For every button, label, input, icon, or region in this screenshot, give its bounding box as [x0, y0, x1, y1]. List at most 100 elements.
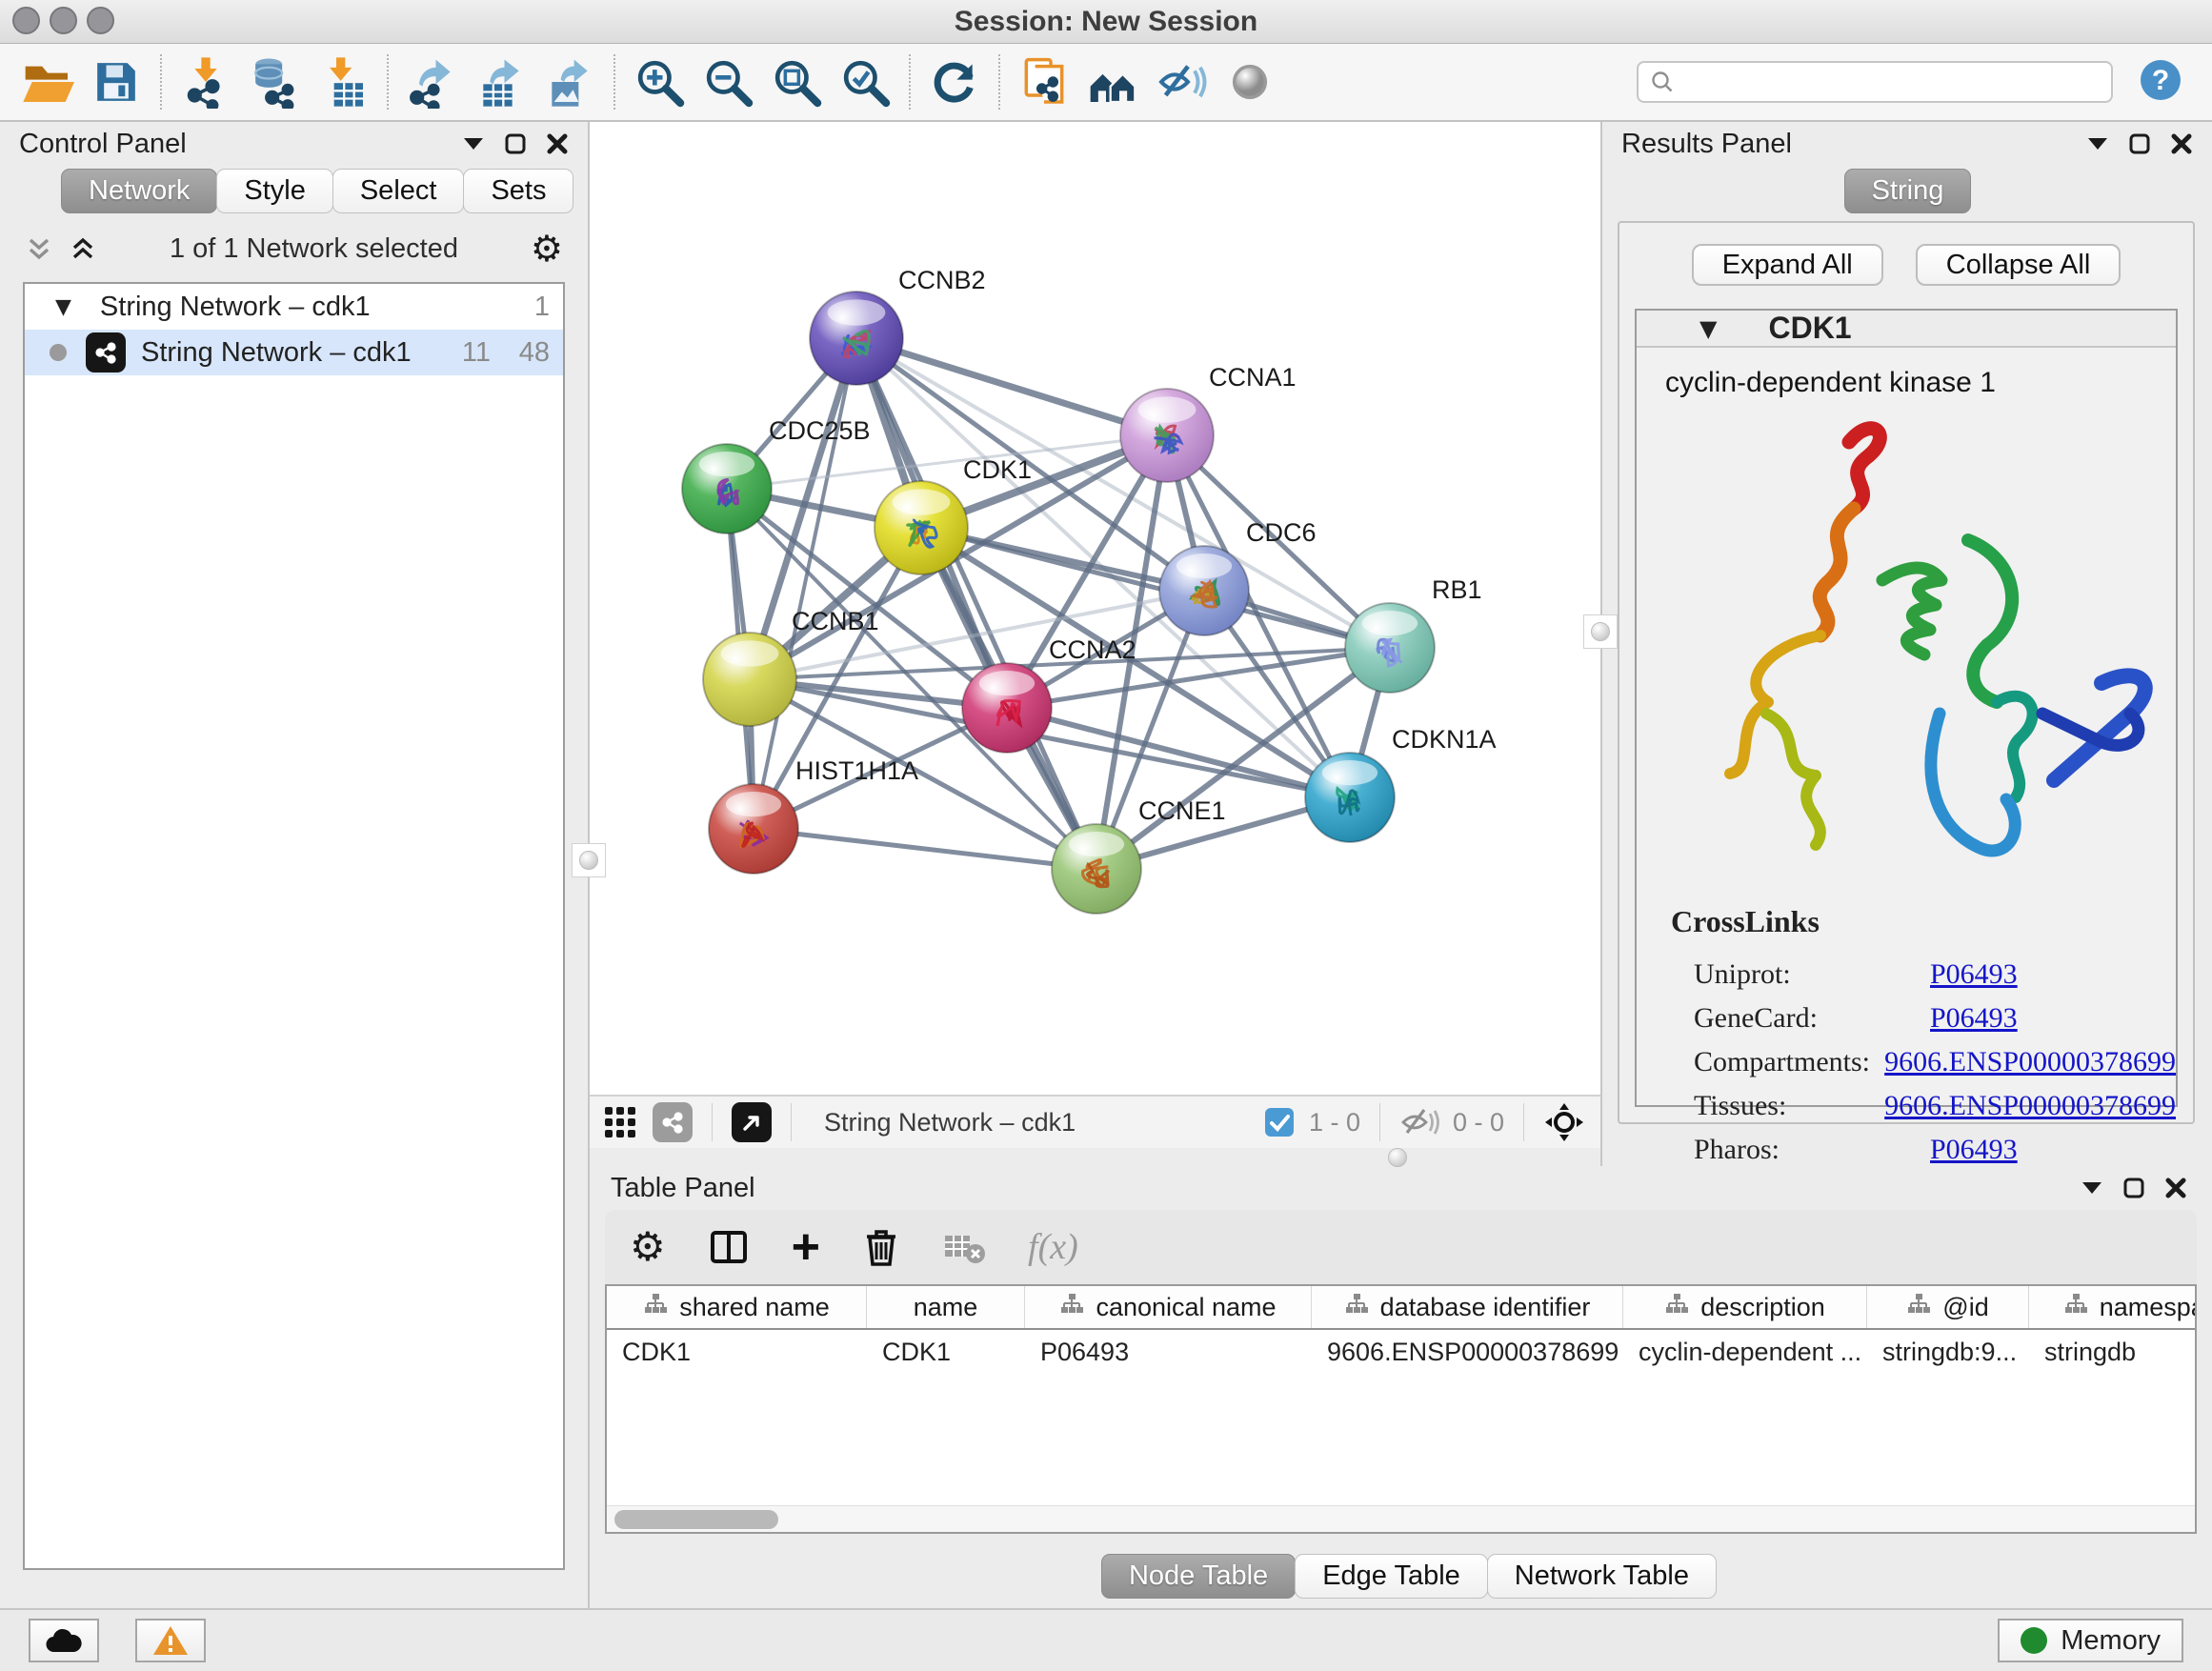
collection-expand-icon[interactable]: ▼	[55, 295, 71, 319]
network-collection-row[interactable]: ▼ String Network – cdk1 1	[25, 284, 563, 330]
expand-all-icon[interactable]	[69, 234, 97, 263]
column-header-database-identifier[interactable]: database identifier	[1312, 1286, 1623, 1328]
scrollbar-thumb[interactable]	[614, 1510, 778, 1529]
import-network-from-file-icon[interactable]	[171, 50, 240, 114]
float-panel-icon[interactable]	[504, 132, 527, 155]
column-header-shared-name[interactable]: shared name	[607, 1286, 867, 1328]
hidden-eye-icon[interactable]	[1399, 1106, 1439, 1138]
crosslink-value-link[interactable]: P06493	[1930, 1002, 2018, 1035]
delete-column-icon[interactable]	[862, 1226, 900, 1268]
collapse-all-icon[interactable]	[25, 234, 53, 263]
minimize-window-button[interactable]	[50, 7, 77, 34]
table-cell[interactable]: cyclin-dependent ...	[1623, 1330, 1867, 1374]
help-icon[interactable]: ?	[2138, 57, 2183, 108]
gene-section-header[interactable]: ▼ CDK1	[1637, 311, 2176, 348]
export-network-icon[interactable]	[398, 50, 467, 114]
tab-style[interactable]: Style	[216, 169, 332, 213]
open-session-icon[interactable]	[13, 50, 82, 114]
gene-collapse-icon[interactable]: ▼	[1699, 315, 1717, 342]
crosslink-value-link[interactable]: 9606.ENSP00000378699	[1884, 1090, 2176, 1122]
network-view-string-icon[interactable]	[653, 1102, 693, 1142]
table-cell[interactable]: CDK1	[607, 1330, 867, 1374]
close-window-button[interactable]	[12, 7, 40, 34]
collapse-all-button[interactable]: Collapse All	[1916, 244, 2122, 286]
function-builder-icon[interactable]: f(x)	[1028, 1226, 1078, 1268]
network-edge-cdk1-rb1[interactable]	[921, 528, 1390, 648]
column-header-canonical-name[interactable]: canonical name	[1025, 1286, 1312, 1328]
network-node-hist1h1a[interactable]: HIST1H1A	[709, 756, 918, 874]
tab-select[interactable]: Select	[332, 169, 465, 213]
create-column-icon[interactable]: +	[792, 1222, 820, 1272]
panel-menu-icon[interactable]	[2081, 1180, 2103, 1196]
network-options-gear-icon[interactable]: ⚙	[531, 231, 563, 267]
export-table-icon[interactable]	[467, 50, 535, 114]
table-cell[interactable]: stringdb	[2029, 1330, 2197, 1374]
column-header--id[interactable]: @id	[1867, 1286, 2029, 1328]
search-input[interactable]	[1684, 68, 2100, 97]
table-cell[interactable]: stringdb:9...	[1867, 1330, 2029, 1374]
show-columns-icon[interactable]	[708, 1226, 750, 1268]
crosslink-value-link[interactable]: P06493	[1930, 958, 2018, 991]
zoom-out-icon[interactable]	[694, 50, 762, 114]
refresh-icon[interactable]	[920, 50, 989, 114]
table-cell[interactable]: 9606.ENSP00000378699	[1312, 1330, 1623, 1374]
table-cell[interactable]: CDK1	[867, 1330, 1025, 1374]
network-canvas[interactable]: CCNB2CCNA1CDC25BCDK1CDC6RB1CCNB1CCNA2CDK…	[590, 122, 1600, 1095]
grid-view-icon[interactable]	[601, 1103, 639, 1141]
tab-network[interactable]: Network	[61, 169, 217, 213]
panel-menu-icon[interactable]	[462, 136, 485, 151]
import-table-from-file-icon[interactable]	[309, 50, 377, 114]
cloud-status-button[interactable]	[29, 1619, 99, 1662]
network-edge-hist1h1a-ccne1[interactable]	[754, 829, 1096, 869]
tab-sets[interactable]: Sets	[463, 169, 573, 213]
float-panel-icon[interactable]	[2122, 1177, 2145, 1199]
close-panel-icon[interactable]	[2164, 1177, 2187, 1199]
network-node-cdk1[interactable]: CDK1	[875, 455, 1032, 574]
birds-eye-view-icon[interactable]	[1543, 1101, 1585, 1143]
crosslink-value-link[interactable]: 9606.ENSP00000378699	[1884, 1046, 2176, 1078]
tab-node-table[interactable]: Node Table	[1101, 1554, 1296, 1599]
export-image-icon[interactable]	[535, 50, 604, 114]
zoom-in-icon[interactable]	[625, 50, 694, 114]
close-panel-icon[interactable]	[2170, 132, 2193, 155]
expand-all-button[interactable]: Expand All	[1692, 244, 1883, 286]
table-row[interactable]: CDK1CDK1P064939606.ENSP00000378699cyclin…	[607, 1330, 2195, 1374]
level-of-detail-icon[interactable]	[1216, 50, 1284, 114]
horizontal-scrollbar[interactable]	[607, 1505, 2195, 1532]
splitter-handle[interactable]	[1388, 1148, 1407, 1167]
left-splitter-handle[interactable]	[572, 843, 606, 877]
network-node-rb1[interactable]: RB1	[1345, 575, 1482, 693]
warning-status-button[interactable]	[135, 1619, 206, 1662]
tab-network-table[interactable]: Network Table	[1487, 1554, 1717, 1599]
network-node-ccne1[interactable]: CCNE1	[1052, 796, 1226, 914]
close-panel-icon[interactable]	[546, 132, 569, 155]
tab-string[interactable]: String	[1844, 169, 1972, 213]
tab-edge-table[interactable]: Edge Table	[1295, 1554, 1488, 1599]
float-panel-icon[interactable]	[2128, 132, 2151, 155]
share-document-icon[interactable]	[1010, 50, 1078, 114]
zoom-selected-icon[interactable]	[831, 50, 899, 114]
detach-view-icon[interactable]	[732, 1102, 772, 1142]
network-edge-ccnb2-ccna1[interactable]	[856, 338, 1167, 435]
save-session-icon[interactable]	[82, 50, 151, 114]
horizontal-splitter[interactable]	[590, 1148, 1600, 1166]
network-node-cdkn1a[interactable]: CDKN1A	[1305, 725, 1497, 842]
network-node-ccnb1[interactable]: CCNB1	[703, 607, 879, 726]
panel-menu-icon[interactable]	[2086, 136, 2109, 151]
import-network-from-database-icon[interactable]	[240, 50, 309, 114]
string-home-icon[interactable]	[1078, 50, 1147, 114]
network-edge-ccnb2-ccne1[interactable]	[856, 338, 1096, 869]
network-edge-ccnb2-hist1h1a[interactable]	[754, 338, 856, 829]
right-splitter-handle[interactable]	[1583, 614, 1618, 649]
column-header-namespace[interactable]: namespace	[2029, 1286, 2197, 1328]
column-header-description[interactable]: description	[1623, 1286, 1867, 1328]
delete-table-icon[interactable]	[942, 1228, 986, 1266]
network-row[interactable]: String Network – cdk1 11 48	[25, 330, 563, 375]
selected-checkbox-icon[interactable]	[1263, 1106, 1296, 1138]
network-node-ccna1[interactable]: CCNA1	[1120, 363, 1297, 482]
table-options-gear-icon[interactable]: ⚙	[630, 1227, 666, 1267]
column-header-name[interactable]: name	[867, 1286, 1025, 1328]
zoom-fit-icon[interactable]	[762, 50, 831, 114]
crosslink-value-link[interactable]: P06493	[1930, 1134, 2018, 1166]
hide-graphics-details-icon[interactable]	[1147, 50, 1216, 114]
